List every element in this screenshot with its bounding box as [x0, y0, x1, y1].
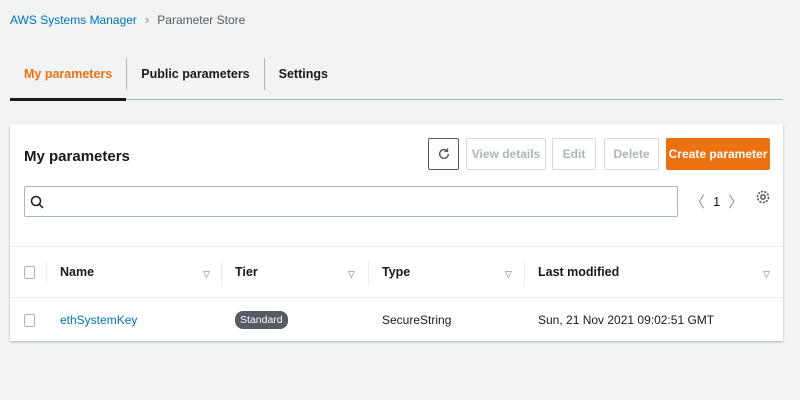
row-checkbox[interactable] — [24, 313, 35, 327]
table-row[interactable]: ethSystemKey Standard SecureString Sun, … — [10, 298, 783, 342]
page-number[interactable]: 1 — [713, 194, 720, 209]
parameter-name-link[interactable]: ethSystemKey — [60, 313, 137, 327]
create-parameter-button[interactable]: Create parameter — [666, 138, 770, 170]
refresh-icon — [438, 148, 449, 160]
search-input[interactable] — [24, 186, 678, 217]
parameters-panel: My parameters View details Edit Delete C… — [10, 124, 783, 341]
sort-down-icon[interactable]: ▽ — [348, 269, 355, 280]
column-header-tier[interactable]: Tier — [235, 247, 258, 297]
chevron-left-icon[interactable]: 〈 — [690, 191, 705, 212]
view-details-button[interactable]: View details — [466, 138, 546, 170]
breadcrumb-current: Parameter Store — [157, 12, 246, 27]
sort-down-icon[interactable]: ▽ — [763, 269, 770, 280]
sort-down-icon[interactable]: ▽ — [203, 269, 210, 280]
refresh-button[interactable] — [428, 138, 459, 170]
panel-title: My parameters — [24, 148, 130, 165]
settings-icon[interactable] — [755, 189, 771, 205]
parameters-table: Name ▽ Tier ▽ Type ▽ Last modified ▽ eth… — [10, 246, 783, 342]
parameter-name-cell: ethSystemKey — [60, 298, 137, 342]
pagination: 〈 1 〉 — [690, 188, 743, 214]
tab-bar: My parameters Public parameters Settings — [10, 48, 783, 101]
delete-button[interactable]: Delete — [604, 138, 659, 170]
column-divider — [221, 261, 222, 285]
column-header-name[interactable]: Name — [60, 247, 94, 297]
chevron-right-icon[interactable]: 〉 — [728, 191, 743, 212]
tab-public-parameters[interactable]: Public parameters — [127, 48, 263, 99]
last-modified-cell: Sun, 21 Nov 2021 09:02:51 GMT — [538, 313, 715, 327]
search-icon — [30, 195, 44, 209]
chevron-right-icon: › — [144, 12, 150, 27]
sort-down-icon[interactable]: ▽ — [505, 269, 512, 280]
column-divider — [524, 261, 525, 285]
column-header-type[interactable]: Type — [382, 247, 410, 297]
table-header: Name ▽ Tier ▽ Type ▽ Last modified ▽ — [10, 246, 783, 298]
column-divider — [46, 261, 47, 285]
type-cell: SecureString — [382, 313, 452, 327]
tab-settings[interactable]: Settings — [265, 48, 342, 99]
column-header-last-modified[interactable]: Last modified — [538, 247, 619, 297]
edit-button[interactable]: Edit — [552, 138, 596, 170]
select-all-cell — [24, 247, 35, 297]
breadcrumb: AWS Systems Manager › Parameter Store — [10, 12, 245, 27]
tab-my-parameters[interactable]: My parameters — [10, 48, 127, 101]
column-divider — [368, 261, 369, 285]
tier-badge: Standard — [235, 311, 288, 329]
select-all-checkbox[interactable] — [24, 265, 35, 279]
breadcrumb-link-systems-manager[interactable]: AWS Systems Manager — [10, 13, 137, 27]
row-select-cell — [24, 298, 35, 342]
tier-cell: Standard — [235, 298, 288, 342]
